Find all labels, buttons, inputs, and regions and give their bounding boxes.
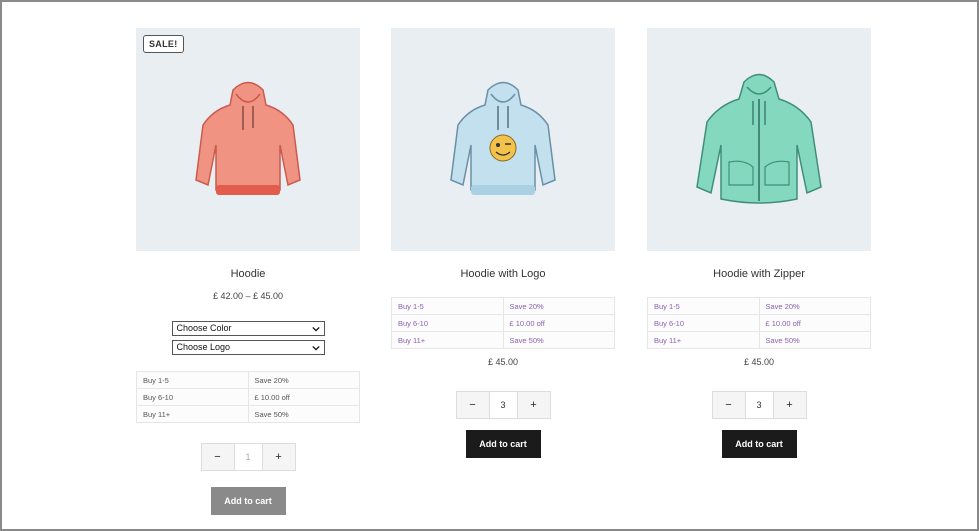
product-card-hoodie-with-zipper: Hoodie with Zipper Buy 1-5 Save 20% Buy … (647, 28, 871, 458)
table-row: Buy 1-5 Save 20% (391, 297, 615, 315)
logo-select-value: Choose Logo (176, 342, 231, 352)
product-title[interactable]: Hoodie with Zipper (647, 268, 871, 280)
product-title[interactable]: Hoodie with Logo (391, 268, 615, 280)
tier-qty: Buy 6-10 (136, 388, 249, 406)
table-row: Buy 11+ Save 50% (136, 405, 360, 423)
tier-qty: Buy 1-5 (391, 297, 504, 315)
quantity-stepper: − 3 + (647, 391, 871, 419)
tier-deal: £ 10.00 off (758, 314, 871, 332)
hoodie-icon (195, 81, 301, 195)
table-row: Buy 11+ Save 50% (647, 331, 871, 349)
tier-deal: Save 20% (247, 371, 360, 389)
tier-qty: Buy 11+ (391, 331, 504, 349)
quantity-decrease-button[interactable]: − (712, 392, 745, 418)
tier-deal: Save 50% (247, 405, 360, 423)
product-image[interactable] (647, 28, 871, 251)
quantity-increase-button[interactable]: + (262, 444, 295, 470)
add-to-cart-button[interactable]: Add to cart (465, 430, 541, 458)
quantity-input[interactable]: 1 (233, 444, 263, 470)
table-row: Buy 1-5 Save 20% (647, 297, 871, 315)
tier-deal: £ 10.00 off (247, 388, 360, 406)
pricing-tier-table: Buy 1-5 Save 20% Buy 6-10 £ 10.00 off Bu… (647, 297, 871, 349)
chevron-down-icon (311, 326, 320, 332)
table-row: Buy 6-10 £ 10.00 off (647, 314, 871, 332)
table-row: Buy 1-5 Save 20% (136, 371, 360, 389)
product-image[interactable]: SALE! (136, 28, 360, 251)
quantity-decrease-button[interactable]: − (201, 444, 234, 470)
product-price: £ 42.00 – £ 45.00 (212, 291, 284, 301)
product-title[interactable]: Hoodie (136, 268, 360, 280)
tier-qty: Buy 6-10 (391, 314, 504, 332)
color-select[interactable]: Choose Color (171, 321, 325, 336)
tier-deal: Save 50% (502, 331, 615, 349)
product-card-hoodie-with-logo: Hoodie with Logo Buy 1-5 Save 20% Buy 6-… (391, 28, 615, 458)
chevron-down-icon (311, 345, 320, 351)
quantity-input[interactable]: 3 (744, 392, 774, 418)
tier-deal: £ 10.00 off (502, 314, 615, 332)
quantity-input[interactable]: 3 (488, 392, 518, 418)
product-price: £ 45.00 (487, 357, 519, 367)
quantity-decrease-button[interactable]: − (456, 392, 489, 418)
tier-deal: Save 50% (758, 331, 871, 349)
add-to-cart-button[interactable]: Add to cart (210, 487, 286, 515)
hoodie-with-zipper-icon (696, 73, 822, 204)
table-row: Buy 11+ Save 50% (391, 331, 615, 349)
product-price: £ 45.00 (743, 357, 775, 367)
hoodie-with-logo-icon (450, 81, 556, 195)
tier-qty: Buy 11+ (647, 331, 760, 349)
sale-badge: SALE! (143, 35, 184, 53)
quantity-increase-button[interactable]: + (773, 392, 806, 418)
table-row: Buy 6-10 £ 10.00 off (391, 314, 615, 332)
quantity-increase-button[interactable]: + (517, 392, 550, 418)
quantity-stepper: − 3 + (391, 391, 615, 419)
tier-qty: Buy 6-10 (647, 314, 760, 332)
tier-qty: Buy 1-5 (136, 371, 249, 389)
product-card-hoodie: SALE! Hoodie £ 42.00 – £ 45.00 Choose Co… (136, 28, 360, 515)
product-image[interactable] (391, 28, 615, 251)
tier-deal: Save 20% (758, 297, 871, 315)
logo-select[interactable]: Choose Logo (171, 340, 325, 355)
quantity-stepper: − 1 + (136, 443, 360, 471)
pricing-tier-table: Buy 1-5 Save 20% Buy 6-10 £ 10.00 off Bu… (391, 297, 615, 349)
tier-qty: Buy 1-5 (647, 297, 760, 315)
variation-selects: Choose Color Choose Logo (136, 321, 360, 355)
add-to-cart-button[interactable]: Add to cart (721, 430, 797, 458)
tier-qty: Buy 11+ (136, 405, 249, 423)
tier-deal: Save 20% (502, 297, 615, 315)
color-select-value: Choose Color (176, 323, 232, 333)
pricing-tier-table: Buy 1-5 Save 20% Buy 6-10 £ 10.00 off Bu… (136, 371, 360, 423)
table-row: Buy 6-10 £ 10.00 off (136, 388, 360, 406)
